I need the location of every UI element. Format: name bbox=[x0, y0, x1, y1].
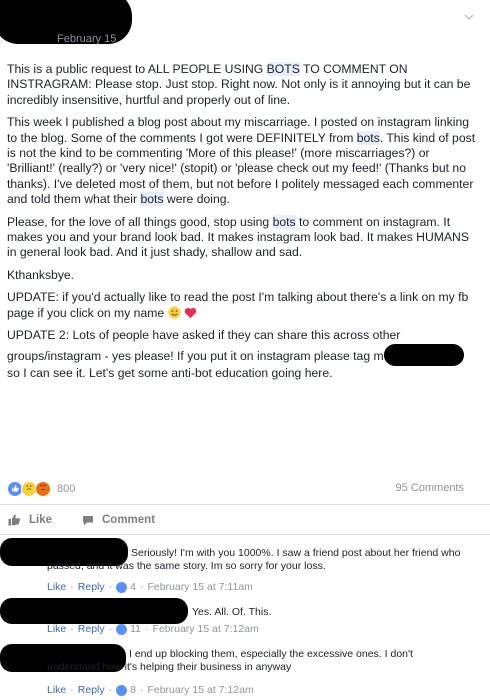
redacted-mention bbox=[383, 343, 464, 366]
like-label: Like bbox=[29, 514, 53, 526]
reaction-count: 800 bbox=[57, 483, 76, 495]
comment-item: I end up blocking them, especially the e… bbox=[0, 644, 490, 700]
thumbs-up-icon bbox=[8, 514, 20, 526]
comment-time[interactable]: February 15 at 7:12am bbox=[153, 623, 259, 635]
divider bbox=[0, 504, 490, 505]
comment-button[interactable]: Comment bbox=[82, 514, 155, 526]
comment-like-link[interactable]: Like bbox=[47, 581, 66, 593]
comments-count[interactable]: 95 Comments bbox=[396, 482, 464, 494]
post-text: This is a public request to ALL PEOPLE U… bbox=[7, 62, 267, 76]
comment-like-count[interactable]: 4 bbox=[130, 581, 136, 593]
chevron-down-icon[interactable] bbox=[464, 12, 474, 22]
like-count-icon bbox=[116, 581, 128, 593]
reactions-summary[interactable]: 800 bbox=[7, 481, 75, 497]
post-text: Kthanksbye. bbox=[7, 267, 75, 282]
comment-item: Seriously! I'm with you 1000%. I saw a f… bbox=[0, 538, 490, 598]
highlighted-keyword[interactable]: bots bbox=[140, 192, 164, 207]
comment-item: Yes. All. Of. This. Like · Reply · 11 · … bbox=[0, 598, 490, 642]
angry-reaction-icon bbox=[35, 481, 51, 497]
comment-reply-link[interactable]: Reply bbox=[78, 623, 105, 635]
divider bbox=[0, 534, 490, 535]
post-paragraph: UPDATE 2: Lots of people have asked if t… bbox=[7, 328, 477, 381]
post-text: UPDATE 2: Lots of people have asked if t… bbox=[7, 328, 401, 363]
highlighted-keyword[interactable]: BOTS bbox=[266, 62, 300, 76]
comment-like-count[interactable]: 8 bbox=[130, 684, 136, 696]
comment-meta: Like · Reply · 8 · February 15 at 7:12am bbox=[47, 684, 254, 696]
highlighted-keyword[interactable]: bots bbox=[356, 130, 380, 145]
like-count-icon bbox=[116, 684, 128, 696]
comment-like-count[interactable]: 11 bbox=[130, 623, 141, 635]
post-actions: Like Comment bbox=[0, 508, 490, 534]
post-body: This is a public request to ALL PEOPLE U… bbox=[7, 62, 477, 388]
post-date[interactable]: February 15 bbox=[57, 33, 116, 45]
highlighted-keyword[interactable]: bots bbox=[272, 214, 296, 229]
heart-emoji-icon bbox=[184, 306, 197, 320]
post-paragraph: Kthanksbye. bbox=[7, 268, 477, 283]
comment-text: Seriously! I'm with you 1000%. I saw a f… bbox=[47, 547, 461, 572]
post-text: were doing. bbox=[163, 192, 230, 207]
comment-text: I end up blocking them, especially the e… bbox=[47, 648, 413, 673]
comment-like-link[interactable]: Like bbox=[47, 684, 66, 696]
comment-meta: Like · Reply · 4 · February 15 at 7:11am bbox=[47, 581, 253, 593]
post-text: so I can see it. Let's get some anti-bot… bbox=[7, 365, 333, 380]
post-paragraph: This week I published a blog post about … bbox=[7, 115, 477, 207]
post-paragraph: This is a public request to ALL PEOPLE U… bbox=[7, 62, 477, 108]
comment-reply-link[interactable]: Reply bbox=[78, 684, 105, 696]
comment-label: Comment bbox=[102, 514, 156, 526]
comment-time[interactable]: February 15 at 7:11am bbox=[147, 581, 252, 593]
post-paragraph: Please, for the love of all things good,… bbox=[7, 214, 477, 261]
like-count-icon bbox=[116, 623, 128, 635]
comment-time[interactable]: February 15 at 7:12am bbox=[147, 684, 253, 696]
like-button[interactable]: Like bbox=[8, 514, 52, 526]
comment-reply-link[interactable]: Reply bbox=[78, 581, 105, 593]
comment-bubble-icon bbox=[83, 515, 93, 525]
comment-text: Yes. All. Of. This. bbox=[192, 606, 272, 618]
comment-like-link[interactable]: Like bbox=[47, 623, 66, 635]
post-paragraph: UPDATE: if you'd actually like to read t… bbox=[7, 290, 477, 321]
comment-meta: Like · Reply · 11 · February 15 at 7:12a… bbox=[47, 623, 259, 635]
facebook-post: February 15 This is a public request to … bbox=[0, 0, 490, 700]
post-header: February 15 bbox=[0, 0, 490, 58]
post-text: UPDATE: if you'd actually like to read t… bbox=[7, 290, 469, 320]
post-text: Please, for the love of all things good,… bbox=[7, 214, 273, 229]
redacted-commenter bbox=[0, 598, 188, 624]
smile-emoji-icon bbox=[168, 306, 181, 320]
